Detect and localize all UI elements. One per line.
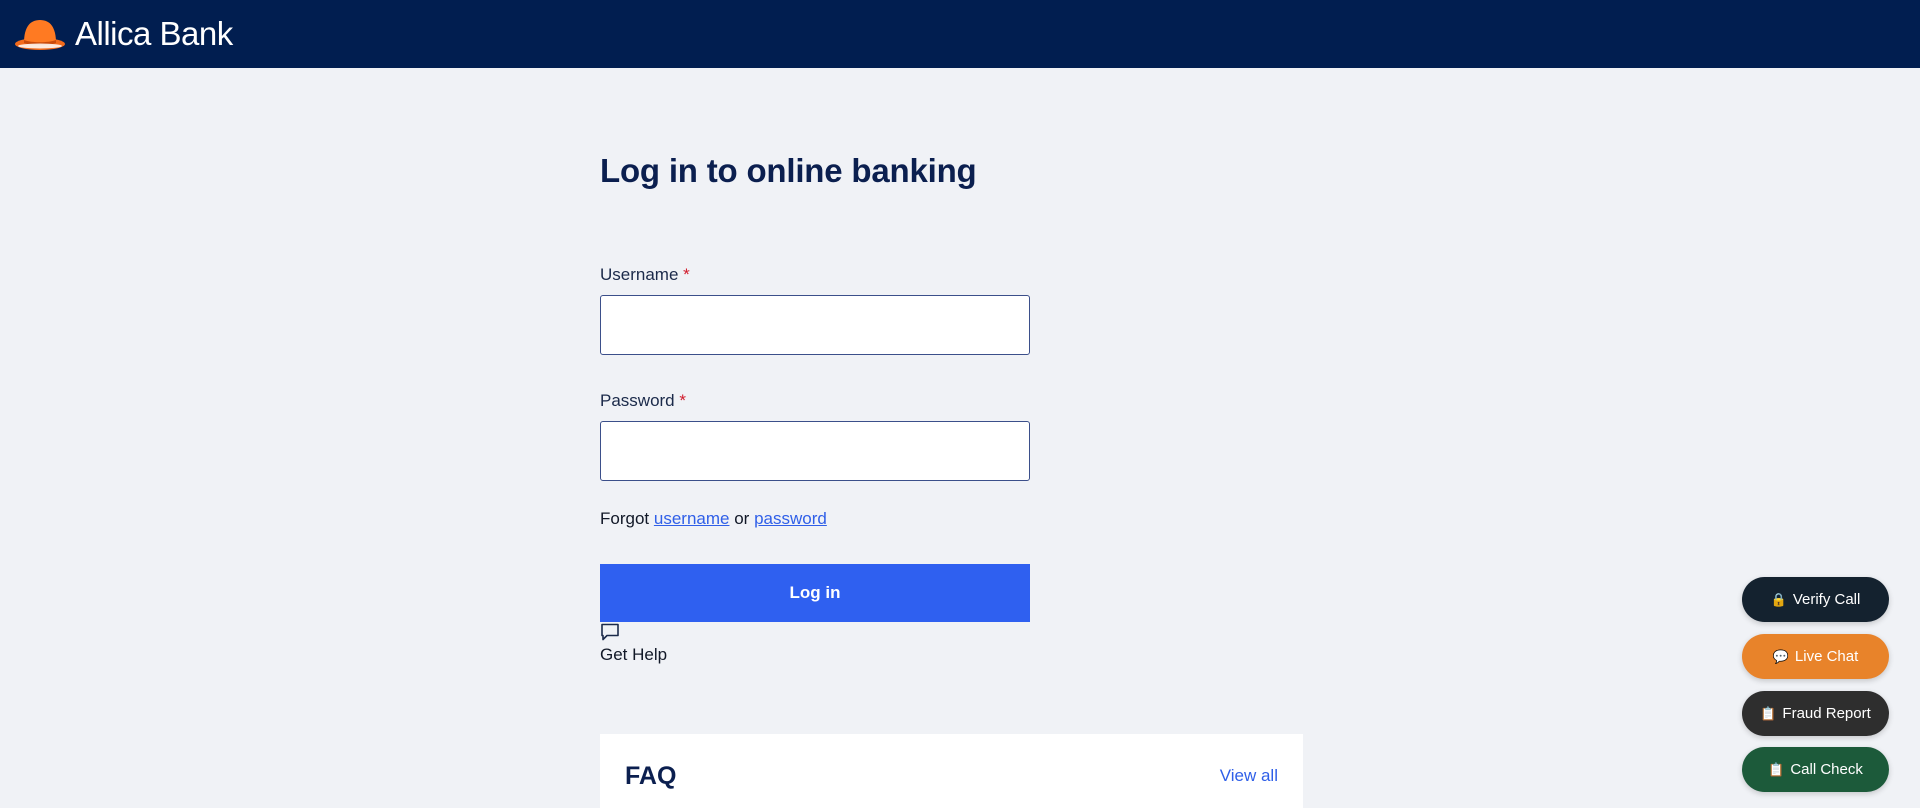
brand-name: Allica Bank xyxy=(75,15,233,52)
forgot-password-link[interactable]: password xyxy=(754,509,827,528)
faq-view-all-link[interactable]: View all xyxy=(1220,766,1278,786)
password-label: Password * xyxy=(600,391,686,411)
clipboard-icon: 📋 xyxy=(1760,705,1777,721)
login-button[interactable]: Log in xyxy=(600,564,1030,622)
bowler-hat-icon xyxy=(15,20,65,50)
username-label: Username * xyxy=(600,265,690,285)
verify-call-label: Verify Call xyxy=(1792,591,1861,608)
chat-bubble-icon[interactable] xyxy=(600,623,620,641)
forgot-or: or xyxy=(734,509,750,528)
username-input[interactable] xyxy=(600,295,1030,355)
faq-title: FAQ xyxy=(625,762,677,790)
fraud-report-label: Fraud Report xyxy=(1782,705,1871,722)
password-input[interactable] xyxy=(600,421,1030,481)
speech-bubble-icon: 💬 xyxy=(1772,648,1789,664)
top-navigation-bar: Allica Bank xyxy=(0,0,1920,68)
page-title: Log in to online banking xyxy=(600,152,977,189)
forgot-credentials: Forgot username or password xyxy=(600,509,827,529)
live-chat-label: Live Chat xyxy=(1794,648,1859,665)
live-chat-button[interactable]: 💬 Live Chat xyxy=(1742,634,1889,679)
call-check-label: Call Check xyxy=(1790,761,1863,778)
brand-logo[interactable]: Allica Bank xyxy=(14,15,233,53)
password-label-text: Password xyxy=(600,391,675,410)
clipboard-icon: 📋 xyxy=(1768,761,1785,777)
call-check-button[interactable]: 📋 Call Check xyxy=(1742,747,1889,792)
verify-call-button[interactable]: 🔒 Verify Call xyxy=(1742,577,1889,622)
forgot-username-link[interactable]: username xyxy=(654,509,730,528)
username-label-text: Username xyxy=(600,265,679,284)
required-marker: * xyxy=(679,391,686,410)
lock-icon: 🔒 xyxy=(1770,591,1787,607)
fraud-report-button[interactable]: 📋 Fraud Report xyxy=(1742,691,1889,736)
required-marker: * xyxy=(683,265,690,284)
get-help-link[interactable]: Get Help xyxy=(600,645,667,665)
faq-card: FAQ View all xyxy=(600,734,1303,808)
forgot-prefix: Forgot xyxy=(600,509,650,528)
